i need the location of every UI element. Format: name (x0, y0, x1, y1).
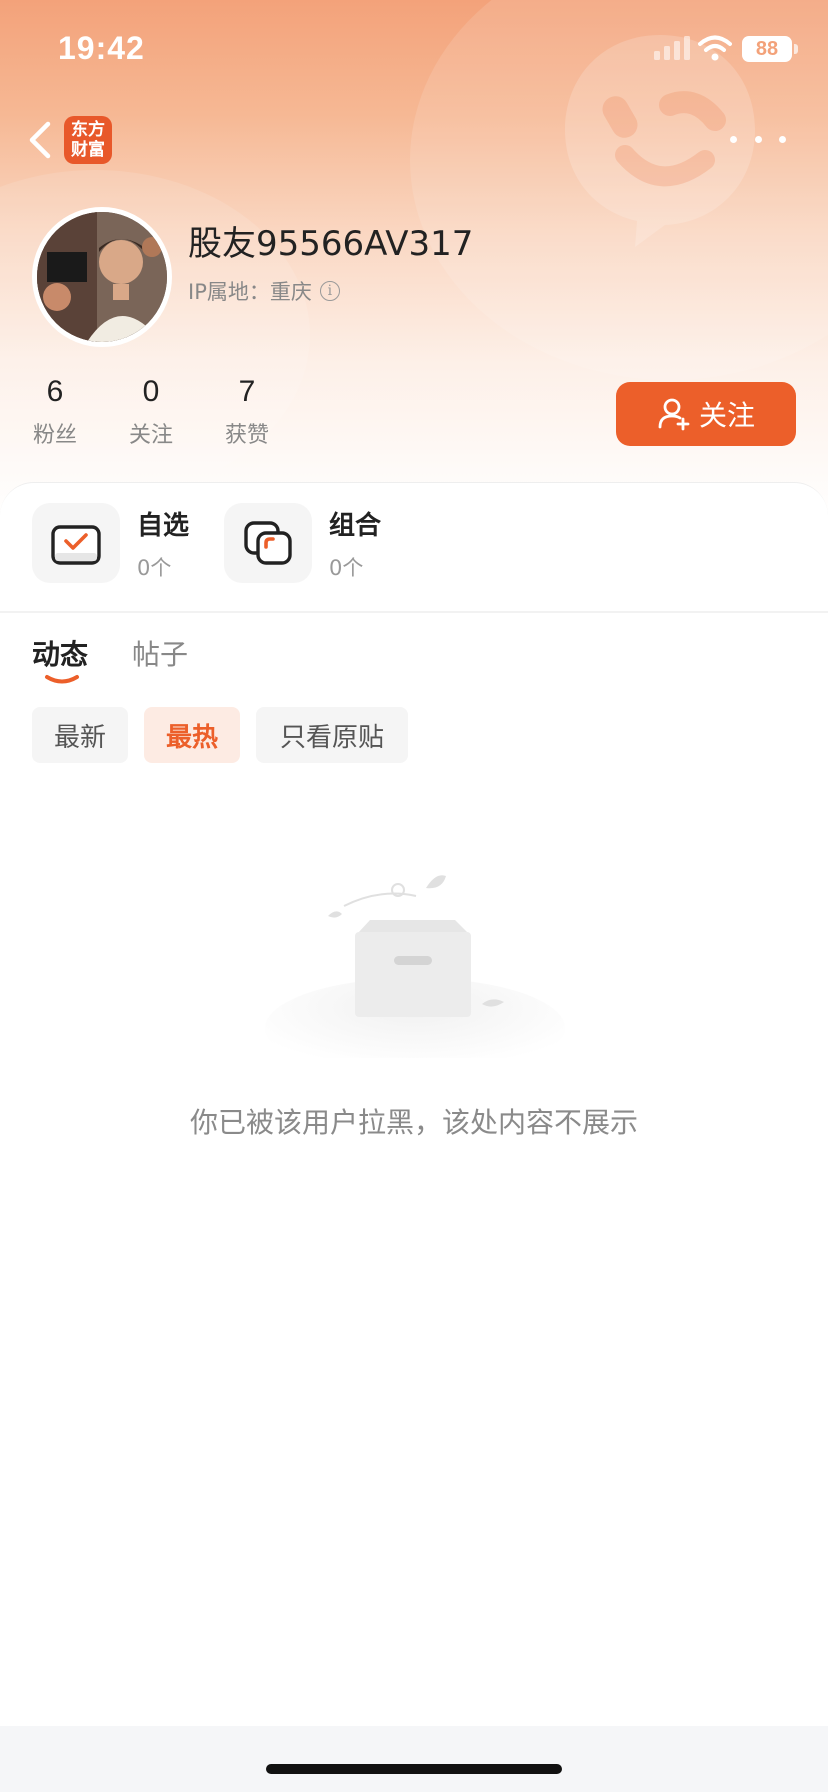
more-options-icon[interactable] (730, 124, 786, 154)
empty-state-message: 你已被该用户拉黑，该处内容不展示 (189, 1106, 638, 1139)
shortcut-title: 自选 (137, 510, 190, 541)
stat-value: 0 (142, 375, 160, 408)
shortcut-title: 组合 (329, 510, 382, 541)
stat-label: 获赞 (224, 423, 269, 448)
filter-original-only[interactable]: 只看原贴 (256, 707, 408, 763)
status-time: 19:42 (58, 30, 145, 66)
stat-following[interactable]: 0 关注 (111, 375, 191, 449)
ip-location-row: IP属地： 重庆 i (188, 276, 340, 306)
empty-box-illustration (265, 875, 565, 1058)
portfolio-icon (224, 503, 312, 583)
ip-location: 重庆 (269, 280, 312, 304)
app-logo[interactable]: 东方 财富 (64, 116, 112, 164)
home-indicator-area (0, 1726, 828, 1792)
status-bar: 19:42 88 (0, 0, 828, 100)
follow-button[interactable]: 关注 (616, 382, 796, 446)
shortcut-count: 0个 (137, 555, 172, 580)
stat-fans[interactable]: 6 粉丝 (15, 375, 95, 449)
active-tab-indicator (45, 675, 79, 684)
follow-button-label: 关注 (698, 399, 755, 432)
stat-value: 6 (46, 375, 64, 408)
content-card: 自选 0个 组合 0个 动态 帖子 最新 最热 只看原贴 你已被该用户拉黑，该处… (0, 482, 828, 1792)
stat-label: 粉丝 (32, 423, 77, 448)
stat-label: 关注 (128, 423, 173, 448)
battery-icon: 88 (742, 36, 792, 62)
tab-dynamics[interactable]: 动态 (32, 633, 88, 673)
battery-cap (794, 44, 798, 54)
shortcut-count: 0个 (329, 555, 364, 580)
shortcut-watchlist[interactable]: 自选 0个 (32, 503, 189, 583)
home-indicator[interactable] (266, 1764, 562, 1774)
stat-value: 7 (238, 375, 256, 408)
battery-level: 88 (755, 37, 779, 60)
wifi-icon (698, 35, 732, 61)
stat-likes[interactable]: 7 获赞 (207, 375, 287, 449)
filter-hottest[interactable]: 最热 (144, 707, 240, 763)
watchlist-icon (32, 503, 120, 583)
info-icon[interactable]: i (319, 281, 340, 301)
cellular-signal-icon (654, 36, 690, 60)
logo-text-line1: 东方 (71, 120, 105, 140)
logo-text-line2: 财富 (71, 140, 105, 160)
divider (0, 611, 828, 613)
filter-latest[interactable]: 最新 (32, 707, 128, 763)
add-user-icon (658, 398, 690, 431)
shortcut-portfolio[interactable]: 组合 0个 (224, 503, 381, 583)
username: 股友95566AV317 (188, 224, 474, 264)
tab-posts[interactable]: 帖子 (132, 633, 188, 673)
ip-label: IP属地： (188, 280, 270, 304)
back-arrow-icon[interactable] (24, 118, 60, 162)
avatar-image (37, 212, 167, 342)
avatar[interactable] (32, 207, 172, 347)
